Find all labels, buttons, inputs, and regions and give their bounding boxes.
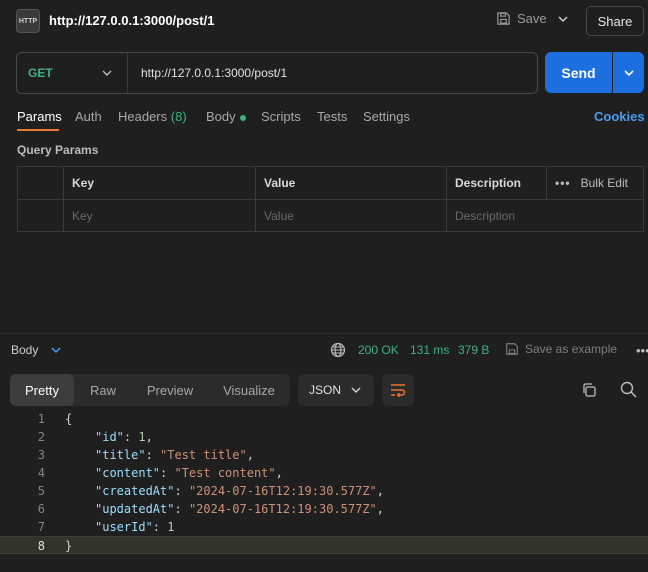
active-tab-underline (17, 129, 59, 131)
tab-body[interactable]: Body (206, 109, 246, 124)
checkbox-column (18, 167, 64, 199)
chevron-down-icon[interactable] (50, 343, 62, 357)
pane-divider[interactable] (0, 333, 648, 334)
wrap-lines-button[interactable] (382, 374, 414, 406)
chevron-down-icon (102, 70, 112, 76)
response-time[interactable]: 131 ms (410, 343, 449, 357)
code-text: } (65, 539, 73, 553)
code-text: "updatedAt": "2024-07-16T12:19:30.577Z", (95, 502, 385, 516)
send-button[interactable]: Send (545, 52, 612, 93)
send-options-button[interactable] (613, 52, 644, 93)
tab-body-label: Body (206, 109, 236, 124)
code-line: 3 "title": "Test title", (0, 446, 648, 464)
key-input[interactable]: Key (64, 200, 256, 232)
code-text: "title": "Test title", (95, 448, 254, 462)
view-visualize[interactable]: Visualize (212, 374, 286, 406)
view-raw[interactable]: Raw (78, 374, 128, 406)
line-number: 8 (37, 539, 45, 553)
bulk-edit-button[interactable]: ••• Bulk Edit (547, 167, 643, 199)
value-input[interactable]: Value (256, 200, 447, 232)
code-line: 2 "id": 1, (0, 428, 648, 446)
chevron-down-icon (623, 69, 634, 76)
method-label: GET (28, 66, 53, 80)
code-text: "createdAt": "2024-07-16T12:19:30.577Z", (95, 484, 385, 498)
request-bar: GET (16, 52, 538, 94)
more-options-icon[interactable]: ••• (636, 343, 648, 358)
view-pretty[interactable]: Pretty (10, 374, 74, 406)
search-icon[interactable] (620, 381, 637, 398)
code-text: "content": "Test content", (95, 466, 283, 480)
tab-scripts[interactable]: Scripts (261, 109, 301, 124)
http-icon: HTTP (16, 9, 40, 33)
code-line-current: 8 } (0, 536, 648, 554)
column-header-value: Value (256, 167, 447, 199)
save-icon (506, 343, 518, 355)
line-number: 5 (37, 484, 45, 498)
line-number: 3 (37, 448, 45, 462)
save-as-example-button[interactable]: Save as example (505, 342, 617, 356)
status-code[interactable]: 200 OK (358, 343, 399, 357)
method-select[interactable]: GET (17, 53, 128, 93)
row-checkbox-cell (18, 200, 64, 232)
globe-icon[interactable] (330, 342, 346, 358)
save-button[interactable]: Save (496, 11, 547, 26)
headers-count-badge: (8) (170, 109, 187, 124)
more-icon: ••• (555, 176, 571, 190)
code-line: 4 "content": "Test content", (0, 464, 648, 482)
cookies-link[interactable]: Cookies (594, 109, 645, 124)
column-header-key: Key (64, 167, 256, 199)
save-as-example-label: Save as example (525, 342, 618, 356)
code-text: { (65, 412, 73, 426)
request-title[interactable]: http://127.0.0.1:3000/post/1 (49, 13, 214, 28)
format-label: JSON (309, 383, 342, 397)
tab-settings[interactable]: Settings (363, 109, 410, 124)
share-button[interactable]: Share (586, 6, 644, 36)
response-size[interactable]: 379 B (458, 343, 489, 357)
line-number: 4 (37, 466, 45, 480)
code-text: "userId": 1 (95, 520, 175, 534)
save-label: Save (517, 11, 547, 26)
table-header-row: Key Value Description ••• Bulk Edit (18, 167, 643, 200)
tab-params[interactable]: Params (17, 109, 62, 124)
view-preview[interactable]: Preview (136, 374, 204, 406)
code-line: 1 { (0, 410, 648, 428)
wrap-lines-icon (391, 384, 406, 397)
tab-tests[interactable]: Tests (317, 109, 347, 124)
chevron-down-icon (351, 387, 361, 394)
code-line: 7 "userId": 1 (0, 518, 648, 536)
copy-icon[interactable] (581, 382, 597, 398)
description-input[interactable]: Description (447, 200, 643, 232)
code-line: 6 "updatedAt": "2024-07-16T12:19:30.577Z… (0, 500, 648, 518)
bulk-edit-label: Bulk Edit (580, 176, 628, 190)
save-icon (497, 12, 510, 25)
url-input[interactable] (141, 53, 531, 93)
tab-headers-label: Headers (118, 109, 168, 124)
line-number: 6 (37, 502, 45, 516)
tab-headers[interactable]: Headers (8) (118, 109, 187, 124)
table-row: Key Value Description (18, 200, 643, 233)
save-options-chevron-down-icon[interactable] (556, 12, 570, 26)
query-params-title: Query Params (17, 143, 99, 157)
line-number: 1 (37, 412, 45, 426)
top-bar: HTTP http://127.0.0.1:3000/post/1 Save S… (0, 0, 648, 42)
format-select[interactable]: JSON (298, 374, 374, 406)
tab-auth[interactable]: Auth (75, 109, 102, 124)
code-text: "id": 1, (95, 430, 153, 444)
body-indicator-dot (239, 114, 246, 121)
code-line: 5 "createdAt": "2024-07-16T12:19:30.577Z… (0, 482, 648, 500)
query-params-table: Key Value Description ••• Bulk Edit Key … (17, 166, 644, 232)
column-header-description: Description (447, 167, 547, 199)
line-number: 2 (37, 430, 45, 444)
line-number: 7 (37, 520, 45, 534)
response-body-label[interactable]: Body (11, 343, 38, 357)
